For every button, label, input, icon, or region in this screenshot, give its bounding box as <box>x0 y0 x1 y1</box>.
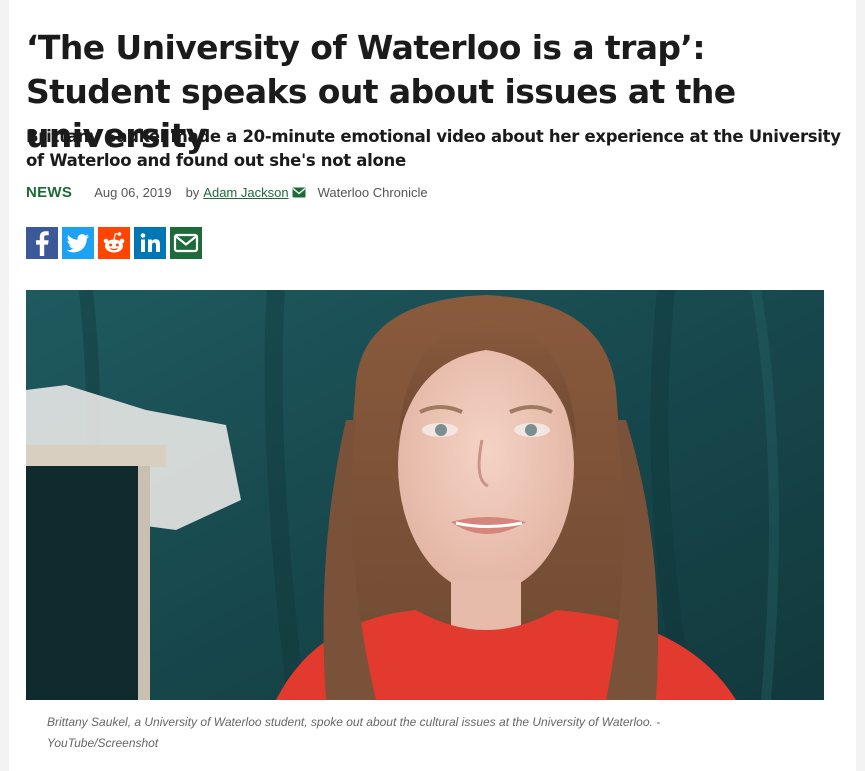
share-facebook-button[interactable] <box>26 227 58 259</box>
facebook-icon <box>36 231 49 256</box>
hero-video-still[interactable] <box>26 290 824 700</box>
email-icon <box>173 233 199 253</box>
byline-prefix: by <box>185 184 200 200</box>
section-link-news[interactable]: NEWS <box>26 184 72 201</box>
reddit-icon <box>103 232 125 253</box>
author-link[interactable]: Adam Jackson <box>203 185 288 200</box>
publish-date: Aug 06, 2019 <box>94 184 172 200</box>
image-caption: Brittany Saukel, a University of Waterlo… <box>47 715 661 750</box>
share-linkedin-button[interactable] <box>134 227 166 259</box>
publication-name: Waterloo Chronicle <box>317 184 428 200</box>
linkedin-icon <box>140 233 160 252</box>
student-photo <box>26 290 824 700</box>
share-reddit-button[interactable] <box>98 227 130 259</box>
share-email-button[interactable] <box>170 227 202 259</box>
share-bar <box>26 227 202 259</box>
article-page: ‘The University of Waterloo is a trap’: … <box>9 0 856 771</box>
twitter-icon <box>66 234 89 253</box>
author-email-icon[interactable] <box>292 187 306 198</box>
share-twitter-button[interactable] <box>62 227 94 259</box>
article-meta: NEWS Aug 06, 2019 by Adam Jackson Waterl… <box>26 182 428 202</box>
article-subheadline: Brittany Saukel made a 20-minute emotion… <box>26 127 841 170</box>
